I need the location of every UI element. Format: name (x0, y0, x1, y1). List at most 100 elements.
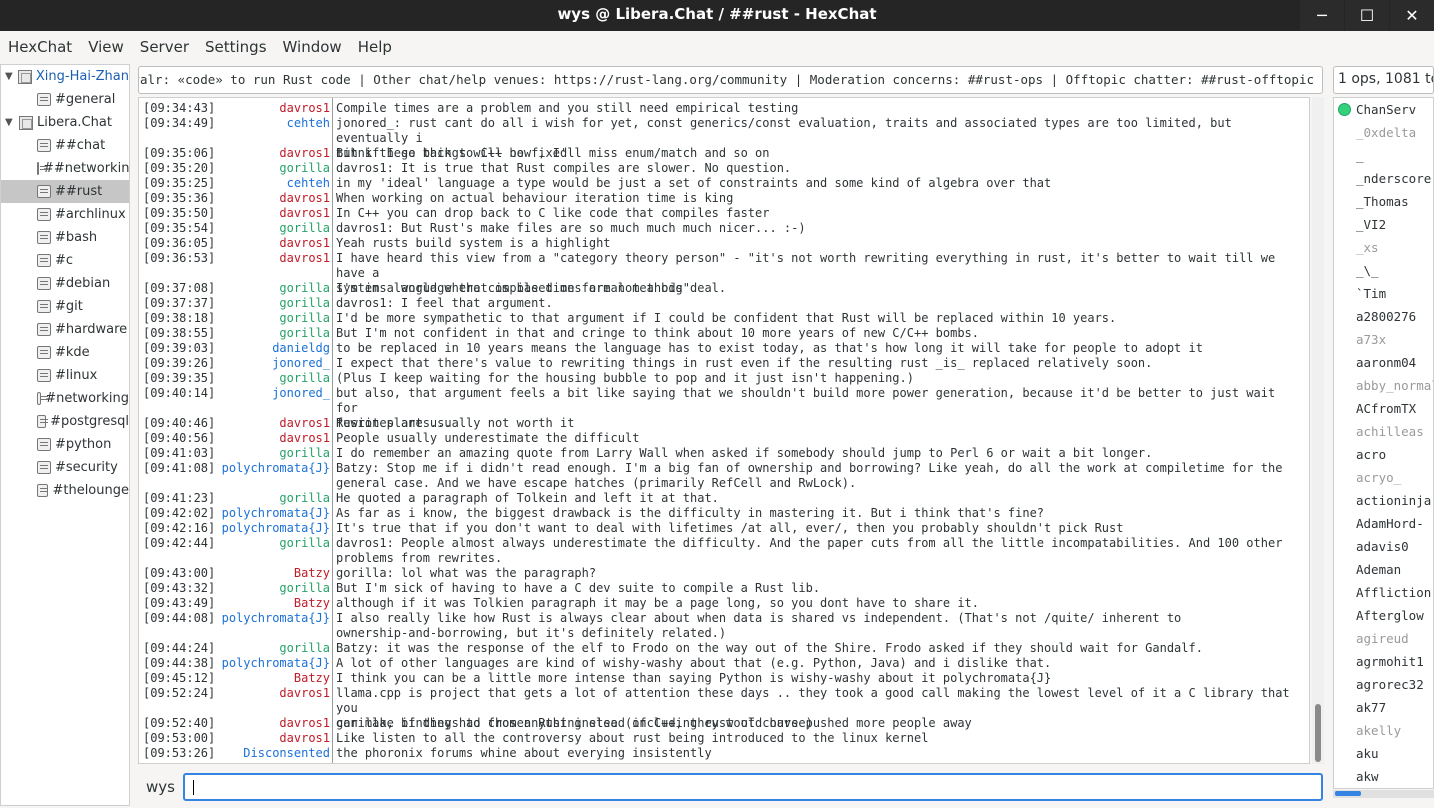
message-nick[interactable]: gorilla (279, 281, 330, 296)
message-nick[interactable]: polychromata{J} (222, 521, 330, 536)
message-nick[interactable]: polychromata{J} (222, 656, 330, 671)
message-nick[interactable]: gorilla (279, 221, 330, 236)
user-entry[interactable]: achilleas (1356, 424, 1424, 439)
channel-item[interactable]: #git (1, 295, 129, 318)
message-nick[interactable]: davros1 (279, 191, 330, 206)
message-nick[interactable]: gorilla (279, 581, 330, 596)
channel-item[interactable]: ##chat (1, 134, 129, 157)
message-nick[interactable]: davros1 (279, 146, 330, 161)
user-entry[interactable]: a73x (1356, 332, 1386, 347)
menu-hexchat[interactable]: HexChat (8, 38, 72, 56)
channel-item[interactable]: #python (1, 433, 129, 456)
channel-item[interactable]: #debian (1, 272, 129, 295)
message-nick[interactable]: davros1 (279, 236, 330, 251)
user-entry[interactable]: _\_ (1356, 263, 1379, 278)
user-entry[interactable]: aaronm04 (1356, 355, 1416, 370)
user-entry[interactable]: adavis0 (1356, 539, 1409, 554)
chat-scrollbar[interactable] (1312, 97, 1324, 764)
user-entry[interactable]: agrmohit1 (1356, 654, 1424, 669)
userlist-scrollbar[interactable] (1333, 790, 1434, 798)
user-entry[interactable]: agrorec32 (1356, 677, 1424, 692)
menu-view[interactable]: View (88, 38, 124, 56)
channel-item[interactable]: #archlinux (1, 203, 129, 226)
message-nick[interactable]: Batzy (294, 671, 330, 686)
topic-bar[interactable]: ıng.org | evalr: «code» to run Rust code… (138, 66, 1323, 94)
message-nick[interactable]: Batzy (294, 596, 330, 611)
channel-item[interactable]: #security (1, 456, 129, 479)
menu-server[interactable]: Server (140, 38, 189, 56)
message-input[interactable] (183, 773, 1323, 801)
menu-window[interactable]: Window (283, 38, 342, 56)
user-entry[interactable]: _ (1356, 148, 1364, 163)
maximize-button[interactable]: ☐ (1345, 0, 1389, 31)
message-nick[interactable]: polychromata{J} (222, 506, 330, 521)
message-nick[interactable]: cehteh (287, 116, 330, 131)
user-entry[interactable]: AdamHord- (1356, 516, 1424, 531)
user-entry[interactable]: akelly (1356, 723, 1401, 738)
user-entry[interactable]: ACfromTX (1356, 401, 1416, 416)
message-nick[interactable]: danieldg (272, 341, 330, 356)
message-nick[interactable]: jonored_ (272, 386, 330, 401)
user-entry[interactable]: aku (1356, 746, 1379, 761)
menu-help[interactable]: Help (358, 38, 392, 56)
message-nick[interactable]: davros1 (279, 731, 330, 746)
message-nick[interactable]: davros1 (279, 716, 330, 731)
user-entry[interactable]: ak77 (1356, 700, 1386, 715)
message-nick[interactable]: gorilla (279, 311, 330, 326)
channel-item[interactable]: ##networking (1, 157, 129, 180)
channel-item[interactable]: #kde (1, 341, 129, 364)
user-entry[interactable]: akw (1356, 769, 1379, 784)
expander-icon[interactable]: ▼ (5, 117, 19, 128)
user-entry[interactable]: _0xdelta (1356, 125, 1416, 140)
user-entry[interactable]: acro (1356, 447, 1386, 462)
channel-item[interactable]: #c (1, 249, 129, 272)
channel-item[interactable]: #hardware (1, 318, 129, 341)
message-nick[interactable]: gorilla (279, 536, 330, 551)
user-entry[interactable]: a2800276 (1356, 309, 1416, 324)
message-nick[interactable]: cehteh (287, 176, 330, 191)
server-item[interactable]: ▼ Xing-Hai-Zhan (1, 65, 129, 88)
chat-scrollbar-thumb[interactable] (1315, 704, 1321, 762)
message-nick[interactable]: davros1 (279, 416, 330, 431)
message-nick[interactable]: davros1 (279, 206, 330, 221)
server-item[interactable]: ▼ Libera.Chat (1, 111, 129, 134)
channel-item[interactable]: ##rust (1, 180, 129, 203)
channel-item[interactable]: #bash (1, 226, 129, 249)
message-nick[interactable]: polychromata{J} (222, 611, 330, 626)
message-nick[interactable]: davros1 (279, 431, 330, 446)
message-nick[interactable]: davros1 (279, 686, 330, 701)
user-entry[interactable]: actioninja (1356, 493, 1431, 508)
message-nick[interactable]: davros1 (279, 251, 330, 266)
user-entry[interactable]: Afterglow (1356, 608, 1424, 623)
user-entry[interactable]: Affliction (1356, 585, 1431, 600)
message-nick[interactable]: gorilla (279, 371, 330, 386)
user-entry[interactable]: acryo_ (1356, 470, 1401, 485)
expander-icon[interactable]: ▼ (5, 71, 18, 82)
user-list[interactable]: ChanServ _0xdelta _ _nderscore _Thomas _VI2 _x… (1333, 97, 1434, 789)
channel-item[interactable]: #postgresql (1, 410, 129, 433)
minimize-button[interactable]: ─ (1300, 0, 1344, 31)
user-entry[interactable]: abby_normal (1356, 378, 1433, 393)
user-entry[interactable]: _xs (1356, 240, 1379, 255)
message-nick[interactable]: gorilla (279, 641, 330, 656)
channel-item[interactable]: #linux (1, 364, 129, 387)
user-entry[interactable]: ChanServ (1356, 102, 1416, 117)
message-nick[interactable]: gorilla (279, 491, 330, 506)
message-nick[interactable]: gorilla (279, 446, 330, 461)
message-nick[interactable]: gorilla (279, 326, 330, 341)
user-entry[interactable]: Ademan (1356, 562, 1401, 577)
chat-log[interactable]: [09:34:43] davros1 Compile times are a pro… (138, 97, 1310, 764)
channel-item[interactable]: #general (1, 88, 129, 111)
channel-item[interactable]: #thelounge (1, 479, 129, 502)
user-entry[interactable]: _VI2 (1356, 217, 1386, 232)
close-button[interactable]: ✕ (1390, 0, 1434, 31)
user-entry[interactable]: `Tim (1356, 286, 1386, 301)
nick-button[interactable]: wys (146, 778, 175, 796)
message-nick[interactable]: Disconsented (243, 746, 330, 761)
message-nick[interactable]: jonored_ (272, 356, 330, 371)
message-nick[interactable]: gorilla (279, 161, 330, 176)
user-entry[interactable]: _Thomas (1356, 194, 1409, 209)
menu-settings[interactable]: Settings (205, 38, 267, 56)
message-nick[interactable]: gorilla (279, 296, 330, 311)
user-entry[interactable]: agireud (1356, 631, 1409, 646)
